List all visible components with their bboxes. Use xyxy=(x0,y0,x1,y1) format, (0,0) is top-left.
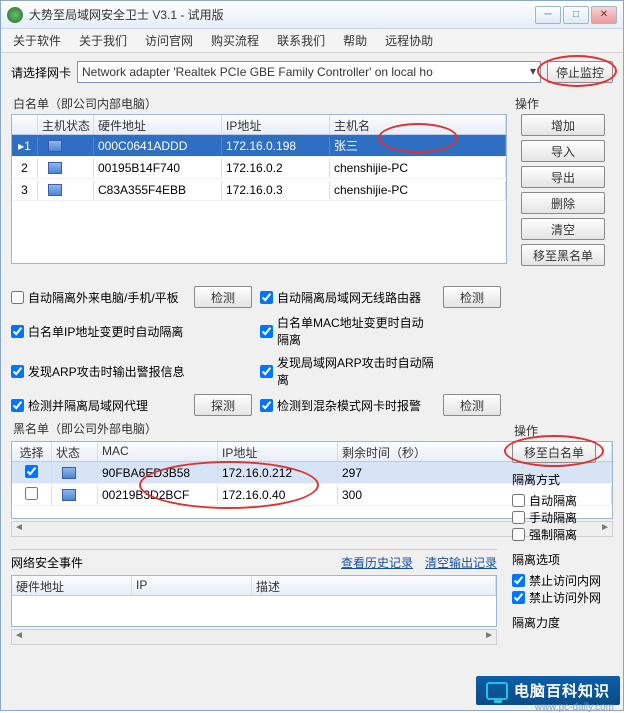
col-select[interactable]: 选择 xyxy=(12,442,52,461)
menu-about-us[interactable]: 关于我们 xyxy=(79,32,127,49)
col-ip[interactable]: IP地址 xyxy=(222,115,330,134)
isolation-mode-title: 隔离方式 xyxy=(512,471,612,488)
close-button[interactable]: ✕ xyxy=(591,6,617,24)
whitelist-table[interactable]: 主机状态 硬件地址 IP地址 主机名 ▸1 000C0641ADDD 172.1… xyxy=(11,114,507,264)
menubar: 关于软件 关于我们 访问官网 购买流程 联系我们 帮助 远程协助 xyxy=(1,29,623,53)
opt-promiscuous-alert[interactable]: 检测到混杂模式网卡时报警 xyxy=(260,397,435,414)
scrollbar-horizontal[interactable] xyxy=(11,629,497,645)
clear-button[interactable]: 清空 xyxy=(521,218,605,240)
events-table[interactable]: 硬件地址 IP 描述 xyxy=(11,575,497,627)
watermark-url: www.pc-daily.com xyxy=(535,702,614,713)
detect-button-3[interactable]: 检测 xyxy=(443,394,501,416)
col-mac[interactable]: MAC xyxy=(98,442,218,461)
detect-button-1[interactable]: 检测 xyxy=(194,286,252,308)
menu-purchase[interactable]: 购买流程 xyxy=(211,32,259,49)
stop-monitor-button[interactable]: 停止监控 xyxy=(547,61,613,83)
move-to-whitelist-button[interactable]: 移至白名单 xyxy=(512,441,596,463)
window-title: 大势至局域网安全卫士 V3.1 - 试用版 xyxy=(29,6,535,23)
monitor-icon xyxy=(486,682,508,700)
menu-website[interactable]: 访问官网 xyxy=(145,32,193,49)
pc-icon xyxy=(62,467,76,479)
pc-icon xyxy=(48,184,62,196)
isolation-options-title: 隔离选项 xyxy=(512,551,612,568)
export-button[interactable]: 导出 xyxy=(521,166,605,188)
table-row[interactable]: ▸1 000C0641ADDD 172.16.0.198 张三 xyxy=(12,135,506,157)
import-button[interactable]: 导入 xyxy=(521,140,605,162)
pc-icon xyxy=(62,489,76,501)
nic-label: 请选择网卡 xyxy=(11,64,71,81)
pc-icon xyxy=(48,140,62,152)
opt-auto-isolate-external[interactable]: 自动隔离外来电脑/手机/平板 xyxy=(11,289,186,306)
blacklist-ops-label: 操作 xyxy=(514,422,612,439)
maximize-button[interactable]: □ xyxy=(563,6,589,24)
menu-about-software[interactable]: 关于软件 xyxy=(13,32,61,49)
delete-button[interactable]: 删除 xyxy=(521,192,605,214)
titlebar: 大势至局域网安全卫士 V3.1 - 试用版 ─ □ ✕ xyxy=(1,1,623,29)
table-row[interactable]: 2 00195B14F740 172.16.0.2 chenshijie-PC xyxy=(12,157,506,179)
move-to-blacklist-button[interactable]: 移至黑名单 xyxy=(521,244,605,266)
row-checkbox[interactable] xyxy=(25,465,38,478)
app-icon xyxy=(7,7,23,23)
view-history-link[interactable]: 查看历史记录 xyxy=(341,554,413,571)
events-title: 网络安全事件 xyxy=(11,554,83,571)
opt-auto-isolate-router[interactable]: 自动隔离局域网无线路由器 xyxy=(260,289,435,306)
menu-contact[interactable]: 联系我们 xyxy=(277,32,325,49)
isolation-power-title: 隔离力度 xyxy=(512,614,612,631)
menu-help[interactable]: 帮助 xyxy=(343,32,367,49)
add-button[interactable]: 增加 xyxy=(521,114,605,136)
opt-whitelist-mac-change[interactable]: 白名单MAC地址变更时自动隔离 xyxy=(260,314,435,348)
probe-button[interactable]: 探测 xyxy=(194,394,252,416)
table-row[interactable]: 3 C83A355F4EBB 172.16.0.3 chenshijie-PC xyxy=(12,179,506,201)
col-desc[interactable]: 描述 xyxy=(252,576,496,595)
col-hostname[interactable]: 主机名 xyxy=(330,115,506,134)
opt-force-isolate[interactable]: 强制隔离 xyxy=(512,526,612,543)
col-mac[interactable]: 硬件地址 xyxy=(94,115,222,134)
col-ip[interactable]: IP地址 xyxy=(218,442,338,461)
col-host-status[interactable]: 主机状态 xyxy=(38,115,94,134)
watermark-logo: 电脑百科知识 xyxy=(476,676,620,705)
row-checkbox[interactable] xyxy=(25,487,38,500)
opt-detect-proxy[interactable]: 检测并隔离局域网代理 xyxy=(11,397,186,414)
opt-whitelist-ip-change[interactable]: 白名单IP地址变更时自动隔离 xyxy=(11,323,186,340)
col-status[interactable]: 状态 xyxy=(52,442,98,461)
detect-button-2[interactable]: 检测 xyxy=(443,286,501,308)
opt-auto-isolate[interactable]: 自动隔离 xyxy=(512,492,612,509)
pc-icon xyxy=(48,162,62,174)
opt-block-internet[interactable]: 禁止访问外网 xyxy=(512,589,612,606)
opt-block-intranet[interactable]: 禁止访问内网 xyxy=(512,572,612,589)
minimize-button[interactable]: ─ xyxy=(535,6,561,24)
nic-select[interactable]: Network adapter 'Realtek PCIe GBE Family… xyxy=(77,61,541,83)
col-mac[interactable]: 硬件地址 xyxy=(12,576,132,595)
ops-label: 操作 xyxy=(515,95,613,112)
menu-remote-assist[interactable]: 远程协助 xyxy=(385,32,433,49)
opt-arp-alert[interactable]: 发现ARP攻击时输出警报信息 xyxy=(11,363,186,380)
opt-arp-isolate[interactable]: 发现局域网ARP攻击时自动隔离 xyxy=(260,354,435,388)
opt-manual-isolate[interactable]: 手动隔离 xyxy=(512,509,612,526)
col-ip[interactable]: IP xyxy=(132,576,252,595)
whitelist-caption: 白名单（即公司内部电脑） xyxy=(13,95,507,112)
clear-output-link[interactable]: 清空输出记录 xyxy=(425,554,497,571)
